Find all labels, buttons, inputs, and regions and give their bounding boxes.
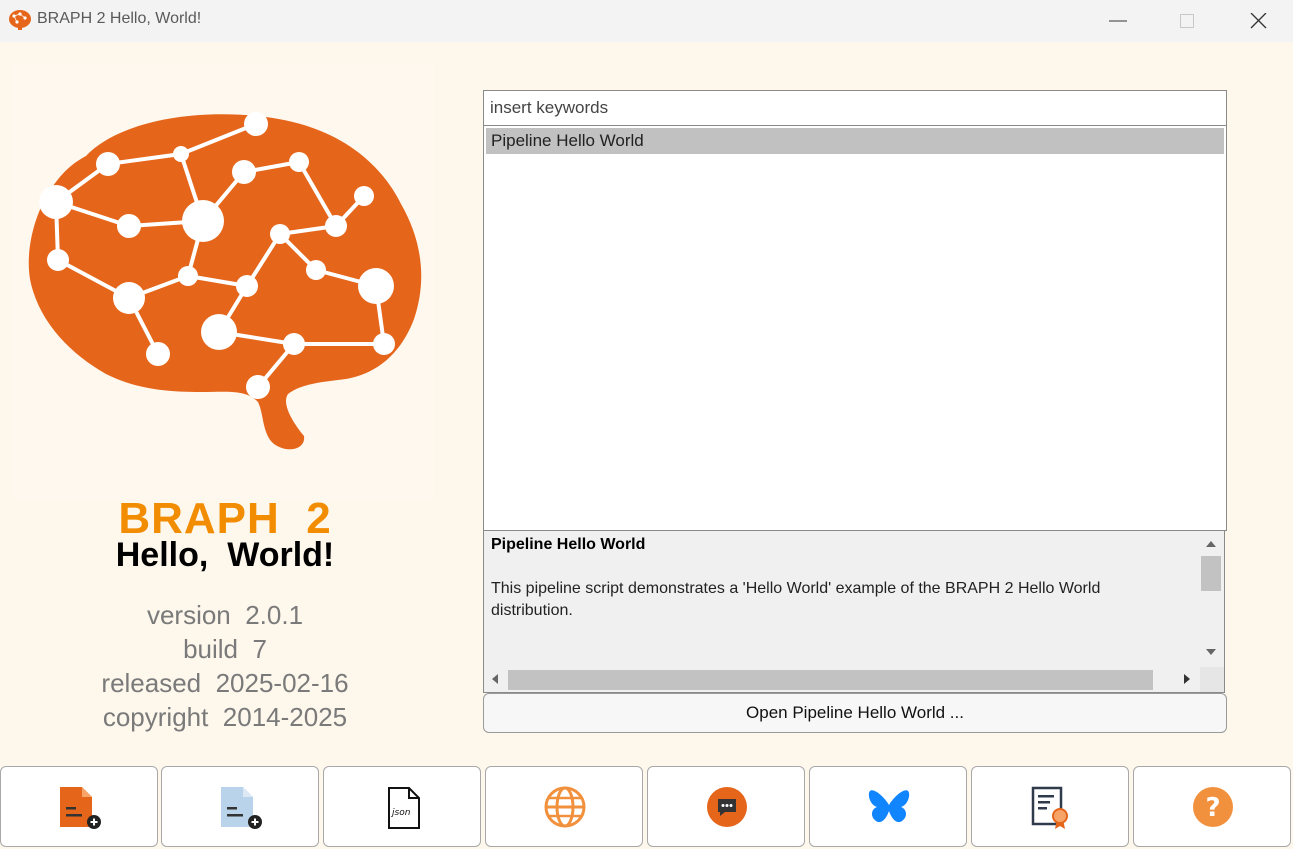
- scroll-up-icon[interactable]: [1206, 541, 1216, 547]
- help-button[interactable]: ?: [1133, 766, 1291, 847]
- vertical-scrollbar[interactable]: [1200, 531, 1222, 666]
- certificate-icon: [1031, 786, 1068, 829]
- description-panel: Pipeline Hello World This pipeline scrip…: [483, 530, 1225, 693]
- globe-icon: [544, 786, 586, 828]
- brand-subtitle: Hello, World!: [115, 536, 335, 574]
- butterfly-icon: [868, 790, 910, 823]
- close-button[interactable]: [1235, 6, 1281, 36]
- maximize-icon: [1180, 14, 1194, 28]
- pipeline-list[interactable]: Pipeline Hello World: [483, 125, 1227, 531]
- description-title: Pipeline Hello World: [491, 536, 646, 553]
- help-icon: ?: [1193, 787, 1233, 827]
- braph-brain-logo: [28, 112, 422, 450]
- scrollbar-corner: [1200, 667, 1224, 692]
- maximize-button[interactable]: [1164, 6, 1210, 36]
- horizontal-scrollbar[interactable]: [484, 667, 1200, 692]
- description-body: This pipeline script demonstrates a 'Hel…: [491, 580, 1101, 619]
- copyright-text: copyright 2014-2025: [102, 702, 348, 732]
- scroll-down-icon[interactable]: [1206, 649, 1216, 655]
- minimize-icon: [1109, 20, 1127, 22]
- list-item[interactable]: Pipeline Hello World: [486, 128, 1224, 154]
- new-pipeline-orange-button[interactable]: [0, 766, 158, 847]
- build-text: build 7: [183, 634, 267, 664]
- website-button[interactable]: [485, 766, 643, 847]
- json-file-button[interactable]: json: [323, 766, 481, 847]
- chat-bubble-icon: [707, 787, 747, 827]
- new-file-orange-icon: [60, 787, 101, 829]
- title-bar: BRAPH 2 Hello, World!: [0, 0, 1293, 42]
- version-text: version 2.0.1: [146, 600, 304, 630]
- new-pipeline-blue-button[interactable]: [161, 766, 319, 847]
- json-file-icon: json: [388, 787, 420, 829]
- minimize-button[interactable]: [1095, 6, 1141, 36]
- scroll-left-icon[interactable]: [492, 674, 498, 684]
- forum-button[interactable]: [647, 766, 805, 847]
- vertical-scroll-thumb[interactable]: [1201, 556, 1221, 591]
- scroll-right-icon[interactable]: [1184, 674, 1190, 684]
- horizontal-scroll-thumb[interactable]: [508, 670, 1153, 690]
- released-text: released 2025-02-16: [101, 668, 349, 698]
- bluesky-button[interactable]: [809, 766, 967, 847]
- svg-text:json: json: [390, 808, 411, 818]
- open-pipeline-button[interactable]: Open Pipeline Hello World ...: [483, 693, 1227, 733]
- new-file-blue-icon: [221, 787, 262, 829]
- close-icon: [1250, 13, 1267, 29]
- brain-app-icon: [9, 10, 31, 30]
- window-title: BRAPH 2 Hello, World!: [37, 10, 202, 27]
- license-button[interactable]: [971, 766, 1129, 847]
- search-input[interactable]: [483, 90, 1227, 126]
- svg-text:?: ?: [1205, 793, 1220, 823]
